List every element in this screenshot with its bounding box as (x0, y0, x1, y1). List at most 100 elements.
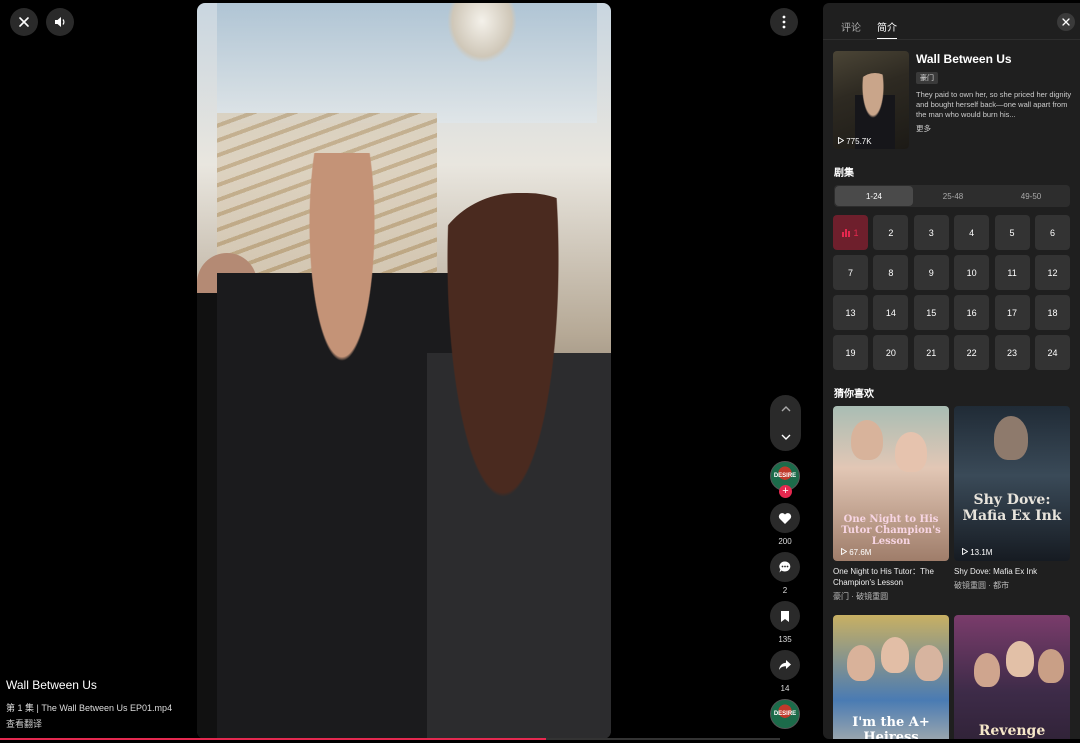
episode-number: 2 (888, 227, 894, 238)
recommendation-cover[interactable]: One Night to His Tutor Champion's Lesson… (833, 406, 949, 561)
speaker-icon (55, 17, 65, 27)
cover-figure (1038, 649, 1064, 683)
episode-tile[interactable]: 11 (994, 255, 1030, 290)
synopsis-more-link[interactable]: 更多 (916, 123, 931, 134)
range-tab-49-50[interactable]: 49-50 (992, 185, 1070, 207)
comment-button[interactable] (770, 552, 800, 582)
recommendation-views-count: 67.6M (849, 548, 872, 557)
previous-episode-button[interactable] (770, 395, 801, 423)
episode-tile[interactable]: 2 (873, 215, 909, 250)
episode-number: 8 (888, 267, 894, 278)
close-icon (1062, 18, 1070, 26)
recommendation-title[interactable]: Shy Dove: Mafia Ex Ink (954, 566, 1070, 577)
playing-bars-icon (842, 228, 851, 237)
episode-tile[interactable]: 18 (1034, 295, 1070, 330)
panel-close-button[interactable] (1057, 13, 1075, 31)
cover-figure (881, 637, 909, 673)
video-player[interactable] (197, 3, 611, 739)
tab-divider (823, 39, 1080, 40)
episode-tile[interactable]: 5 (994, 215, 1030, 250)
episode-tile[interactable]: 13 (833, 295, 868, 330)
episode-tile[interactable]: 14 (873, 295, 909, 330)
range-tab-25-48[interactable]: 25-48 (914, 185, 992, 207)
more-options-button[interactable] (770, 8, 798, 36)
episode-tile[interactable]: 21 (913, 335, 949, 370)
episode-tile[interactable]: 8 (873, 255, 909, 290)
drama-cover[interactable]: 775.7K (833, 51, 909, 149)
episode-tile[interactable]: 24 (1034, 335, 1070, 370)
bookmark-icon (781, 610, 789, 622)
episode-tile[interactable]: 16 (954, 295, 990, 330)
episode-tile[interactable]: 3 (913, 215, 949, 250)
episode-number: 22 (966, 347, 977, 358)
episode-number: 17 (1007, 307, 1018, 318)
drama-title: Wall Between Us (916, 52, 1012, 66)
cover-title-art: I'm the A+ Heiress (852, 715, 930, 739)
episode-tile[interactable]: 10 (954, 255, 990, 290)
follow-button[interactable]: + (779, 485, 792, 498)
episode-tile[interactable]: 17 (994, 295, 1030, 330)
progress-bar[interactable] (0, 738, 780, 740)
video-chandelier (447, 3, 517, 63)
episode-tile[interactable]: 4 (954, 215, 990, 250)
video-background-window (217, 3, 597, 123)
episode-tile[interactable]: 23 (994, 335, 1030, 370)
translate-link[interactable]: 查看翻译 (6, 717, 42, 730)
channel-avatar[interactable]: DESIRE (770, 699, 800, 729)
cover-views: 775.7K (838, 136, 872, 146)
tab-synopsis[interactable]: 简介 (877, 19, 897, 40)
cover-title-art: Shy Dove: Mafia Ex Ink (962, 492, 1062, 524)
cover-figure (1006, 641, 1034, 677)
recommendation-cover[interactable]: Revenge (954, 615, 1070, 739)
episode-grid: 1 2 3 4 5 6 7 8 9 10 11 12 13 14 15 16 17 18 19 20 21 22 23 24 (833, 215, 1071, 370)
episode-tile[interactable]: 20 (873, 335, 909, 370)
recommendation-cover[interactable]: I'm the A+ Heiress (833, 615, 949, 739)
recommendation-views: 13.1M (962, 547, 993, 557)
episode-number: 20 (885, 347, 896, 358)
recommendation-card[interactable]: I'm the A+ Heiress (833, 615, 949, 739)
recommendation-tags: 豪门 · 破镜重圆 (833, 592, 889, 601)
close-button[interactable] (10, 8, 38, 36)
episode-tile[interactable]: 15 (913, 295, 949, 330)
recommendation-card[interactable]: One Night to His Tutor Champion's Lesson… (833, 406, 949, 602)
episode-number: 16 (966, 307, 977, 318)
episode-tile[interactable]: 22 (954, 335, 990, 370)
episode-number: 18 (1047, 307, 1058, 318)
chevron-down-icon (781, 434, 790, 440)
bookmark-button[interactable] (770, 601, 800, 631)
range-tab-1-24[interactable]: 1-24 (835, 186, 913, 206)
episode-tile[interactable]: 19 (833, 335, 868, 370)
comment-icon (779, 561, 791, 573)
share-button[interactable] (770, 650, 800, 680)
video-title: Wall Between Us (6, 678, 97, 692)
play-icon (962, 547, 969, 556)
recommendation-card[interactable]: Revenge (954, 615, 1070, 739)
cover-views-count: 775.7K (846, 137, 872, 146)
episode-number: 19 (845, 347, 856, 358)
like-button[interactable] (770, 503, 800, 533)
recommendation-cover[interactable]: Shy Dove: Mafia Ex Ink 13.1M (954, 406, 1070, 561)
cover-figure (847, 645, 875, 681)
volume-button[interactable] (46, 8, 74, 36)
episodes-heading: 剧集 (834, 168, 854, 179)
recommendation-title[interactable]: One Night to His Tutor：The Champion's Le… (833, 566, 949, 588)
recommendation-tags: 破镜重圆 · 都市 (954, 581, 1010, 590)
episode-tile[interactable]: 7 (833, 255, 868, 290)
drama-synopsis: They paid to own her, so she priced her … (916, 90, 1072, 119)
episode-number: 3 (928, 227, 934, 238)
tab-comments[interactable]: 评论 (841, 19, 861, 40)
episode-tile[interactable]: 12 (1034, 255, 1070, 290)
video-figure-woman (427, 193, 611, 739)
next-episode-button[interactable] (770, 423, 801, 451)
episode-tile[interactable]: 6 (1034, 215, 1070, 250)
bookmark-count: 135 (778, 635, 792, 644)
episode-number: 5 (1009, 227, 1015, 238)
episode-tile[interactable]: 9 (913, 255, 949, 290)
recommendation-card[interactable]: Shy Dove: Mafia Ex Ink 13.1M Shy Dove: M… (954, 406, 1070, 591)
recommendation-views-count: 13.1M (970, 548, 993, 557)
avatar-label: DESIRE (773, 473, 797, 479)
episode-number: 13 (845, 307, 856, 318)
cover-figure (851, 420, 883, 460)
episode-number: 21 (926, 347, 937, 358)
episode-tile-current[interactable]: 1 (833, 215, 868, 250)
